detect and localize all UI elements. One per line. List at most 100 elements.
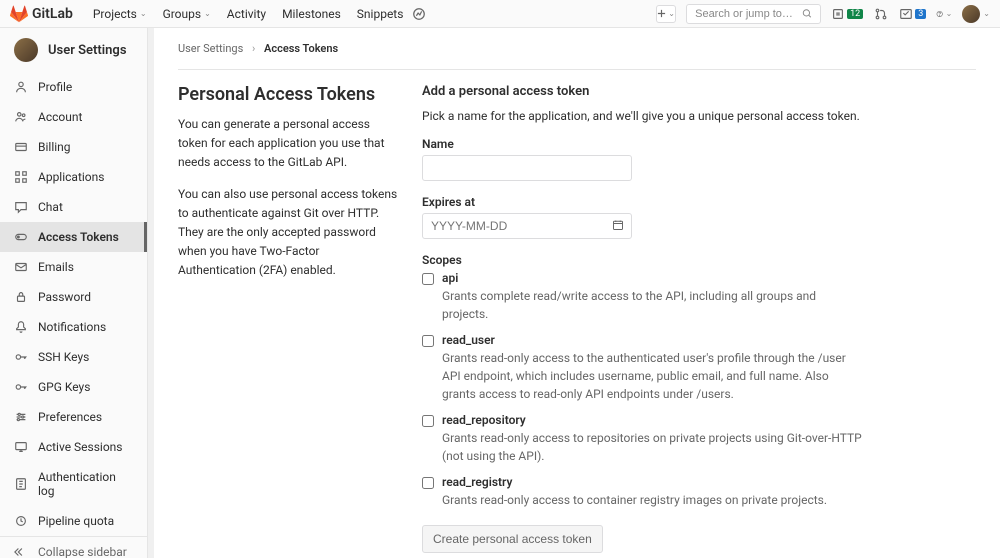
page-title: Personal Access Tokens — [178, 84, 398, 105]
preferences-icon — [14, 410, 28, 424]
name-input[interactable] — [422, 155, 632, 181]
scope-read-user: read_user Grants read-only access to the… — [422, 333, 862, 403]
sidebar-items: Profile Account Billing Applications Cha… — [0, 72, 147, 536]
scope-read-registry-checkbox[interactable] — [422, 477, 434, 489]
gitlab-logo-icon[interactable] — [10, 5, 28, 23]
search-icon — [802, 8, 812, 19]
chevron-down-icon: ⌄ — [204, 9, 211, 18]
page-desc-2: You can also use personal access tokens … — [178, 185, 398, 281]
scope-api: api Grants complete read/write access to… — [422, 271, 862, 323]
sidebar-item-label: Chat — [38, 200, 63, 214]
user-menu[interactable]: ⌄ — [962, 5, 990, 23]
scope-text: read_repository Grants read-only access … — [442, 413, 862, 465]
scope-read-repository: read_repository Grants read-only access … — [422, 413, 862, 465]
sidebar-item-active-sessions[interactable]: Active Sessions — [0, 432, 147, 462]
sidebar-item-label: Account — [38, 110, 82, 124]
breadcrumb-separator: › — [252, 42, 255, 55]
chevron-down-icon: ⌄ — [983, 9, 990, 18]
chevron-down-icon: ⌄ — [668, 9, 675, 18]
sidebar-item-password[interactable]: Password — [0, 282, 147, 312]
expires-input[interactable] — [422, 213, 632, 239]
sidebar-item-label: Authentication log — [38, 470, 133, 498]
key-icon — [14, 380, 28, 394]
sidebar-item-billing[interactable]: Billing — [0, 132, 147, 162]
sidebar-item-label: SSH Keys — [38, 350, 89, 364]
sidebar-item-label: Password — [38, 290, 91, 304]
todos-badge: 3 — [915, 9, 926, 19]
create-token-button[interactable]: Create personal access token — [422, 525, 603, 553]
scope-desc: Grants read-only access to repositories … — [442, 429, 862, 465]
content-body: Personal Access Tokens You can generate … — [154, 69, 1000, 558]
expires-input-wrap — [422, 213, 632, 239]
right-column: Add a personal access token Pick a name … — [422, 84, 862, 558]
sidebar-item-account[interactable]: Account — [0, 102, 147, 132]
scopes-label: Scopes — [422, 253, 862, 267]
sidebar-item-auth-log[interactable]: Authentication log — [0, 462, 147, 506]
issues-link[interactable]: 12 — [831, 7, 863, 21]
breadcrumb-parent[interactable]: User Settings — [178, 42, 243, 55]
collapse-icon — [14, 545, 28, 558]
sidebar-item-label: Applications — [38, 170, 104, 184]
todos-link[interactable]: 3 — [899, 7, 926, 21]
scope-read-registry: read_registry Grants read-only access to… — [422, 475, 862, 509]
sidebar-item-access-tokens[interactable]: Access Tokens — [0, 222, 147, 252]
chevron-down-icon: ⌄ — [140, 9, 147, 18]
todo-icon — [899, 7, 913, 21]
email-icon — [14, 260, 28, 274]
sidebar-item-gpg-keys[interactable]: GPG Keys — [0, 372, 147, 402]
billing-icon — [14, 140, 28, 154]
divider — [178, 69, 976, 70]
sidebar-item-label: Active Sessions — [38, 440, 123, 454]
breadcrumb-current: Access Tokens — [264, 42, 338, 55]
sidebar-item-label: Profile — [38, 80, 72, 94]
scope-desc: Grants read-only access to container reg… — [442, 491, 862, 509]
help-icon[interactable]: ⌄ — [936, 6, 952, 22]
form-hint: Pick a name for the application, and we'… — [422, 109, 862, 123]
merge-request-icon[interactable] — [873, 6, 889, 22]
profile-icon — [14, 80, 28, 94]
chevron-down-icon: ⌄ — [946, 9, 953, 18]
top-header: GitLab Projects⌄ Groups⌄ Activity Milest… — [0, 0, 1000, 28]
sidebar-item-chat[interactable]: Chat — [0, 192, 147, 222]
sidebar-item-label: Pipeline quota — [38, 514, 114, 528]
plus-button[interactable]: ⌄ — [656, 5, 676, 23]
scope-name: read_user — [442, 333, 862, 347]
left-column: Personal Access Tokens You can generate … — [178, 84, 398, 558]
nav-activity[interactable]: Activity — [219, 1, 274, 27]
sidebar-item-pipeline-quota[interactable]: Pipeline quota — [0, 506, 147, 536]
key-icon — [14, 350, 28, 364]
nav-projects[interactable]: Projects⌄ — [85, 1, 155, 27]
nav-milestones[interactable]: Milestones — [274, 1, 349, 27]
header-left: GitLab Projects⌄ Groups⌄ Activity Milest… — [10, 1, 427, 27]
scope-text: api Grants complete read/write access to… — [442, 271, 862, 323]
collapse-sidebar-button[interactable]: Collapse sidebar — [0, 536, 147, 558]
sidebar-item-notifications[interactable]: Notifications — [0, 312, 147, 342]
nav-groups[interactable]: Groups⌄ — [155, 1, 219, 27]
sidebar-item-label: Emails — [38, 260, 74, 274]
sidebar-item-emails[interactable]: Emails — [0, 252, 147, 282]
sidebar: User Settings Profile Account Billing Ap… — [0, 28, 148, 558]
breadcrumb: User Settings › Access Tokens — [154, 28, 1000, 61]
scope-api-checkbox[interactable] — [422, 273, 434, 285]
sidebar-item-preferences[interactable]: Preferences — [0, 402, 147, 432]
sidebar-item-applications[interactable]: Applications — [0, 162, 147, 192]
chart-icon[interactable] — [411, 6, 427, 22]
scope-read-user-checkbox[interactable] — [422, 335, 434, 347]
brand-name[interactable]: GitLab — [32, 6, 73, 22]
sidebar-header: User Settings — [0, 28, 147, 72]
scope-read-repository-checkbox[interactable] — [422, 415, 434, 427]
collapse-label: Collapse sidebar — [38, 545, 127, 558]
nav-snippets[interactable]: Snippets — [349, 1, 412, 27]
avatar-icon — [962, 5, 980, 23]
sidebar-item-profile[interactable]: Profile — [0, 72, 147, 102]
search-box[interactable] — [686, 4, 821, 24]
scope-text: read_user Grants read-only access to the… — [442, 333, 862, 403]
sidebar-item-ssh-keys[interactable]: SSH Keys — [0, 342, 147, 372]
search-input[interactable] — [695, 8, 802, 20]
sidebar-item-label: Billing — [38, 140, 71, 154]
scope-name: read_repository — [442, 413, 862, 427]
sidebar-item-label: Access Tokens — [38, 230, 119, 244]
sidebar-item-label: Preferences — [38, 410, 102, 424]
monitor-icon — [14, 440, 28, 454]
issue-icon — [831, 7, 845, 21]
